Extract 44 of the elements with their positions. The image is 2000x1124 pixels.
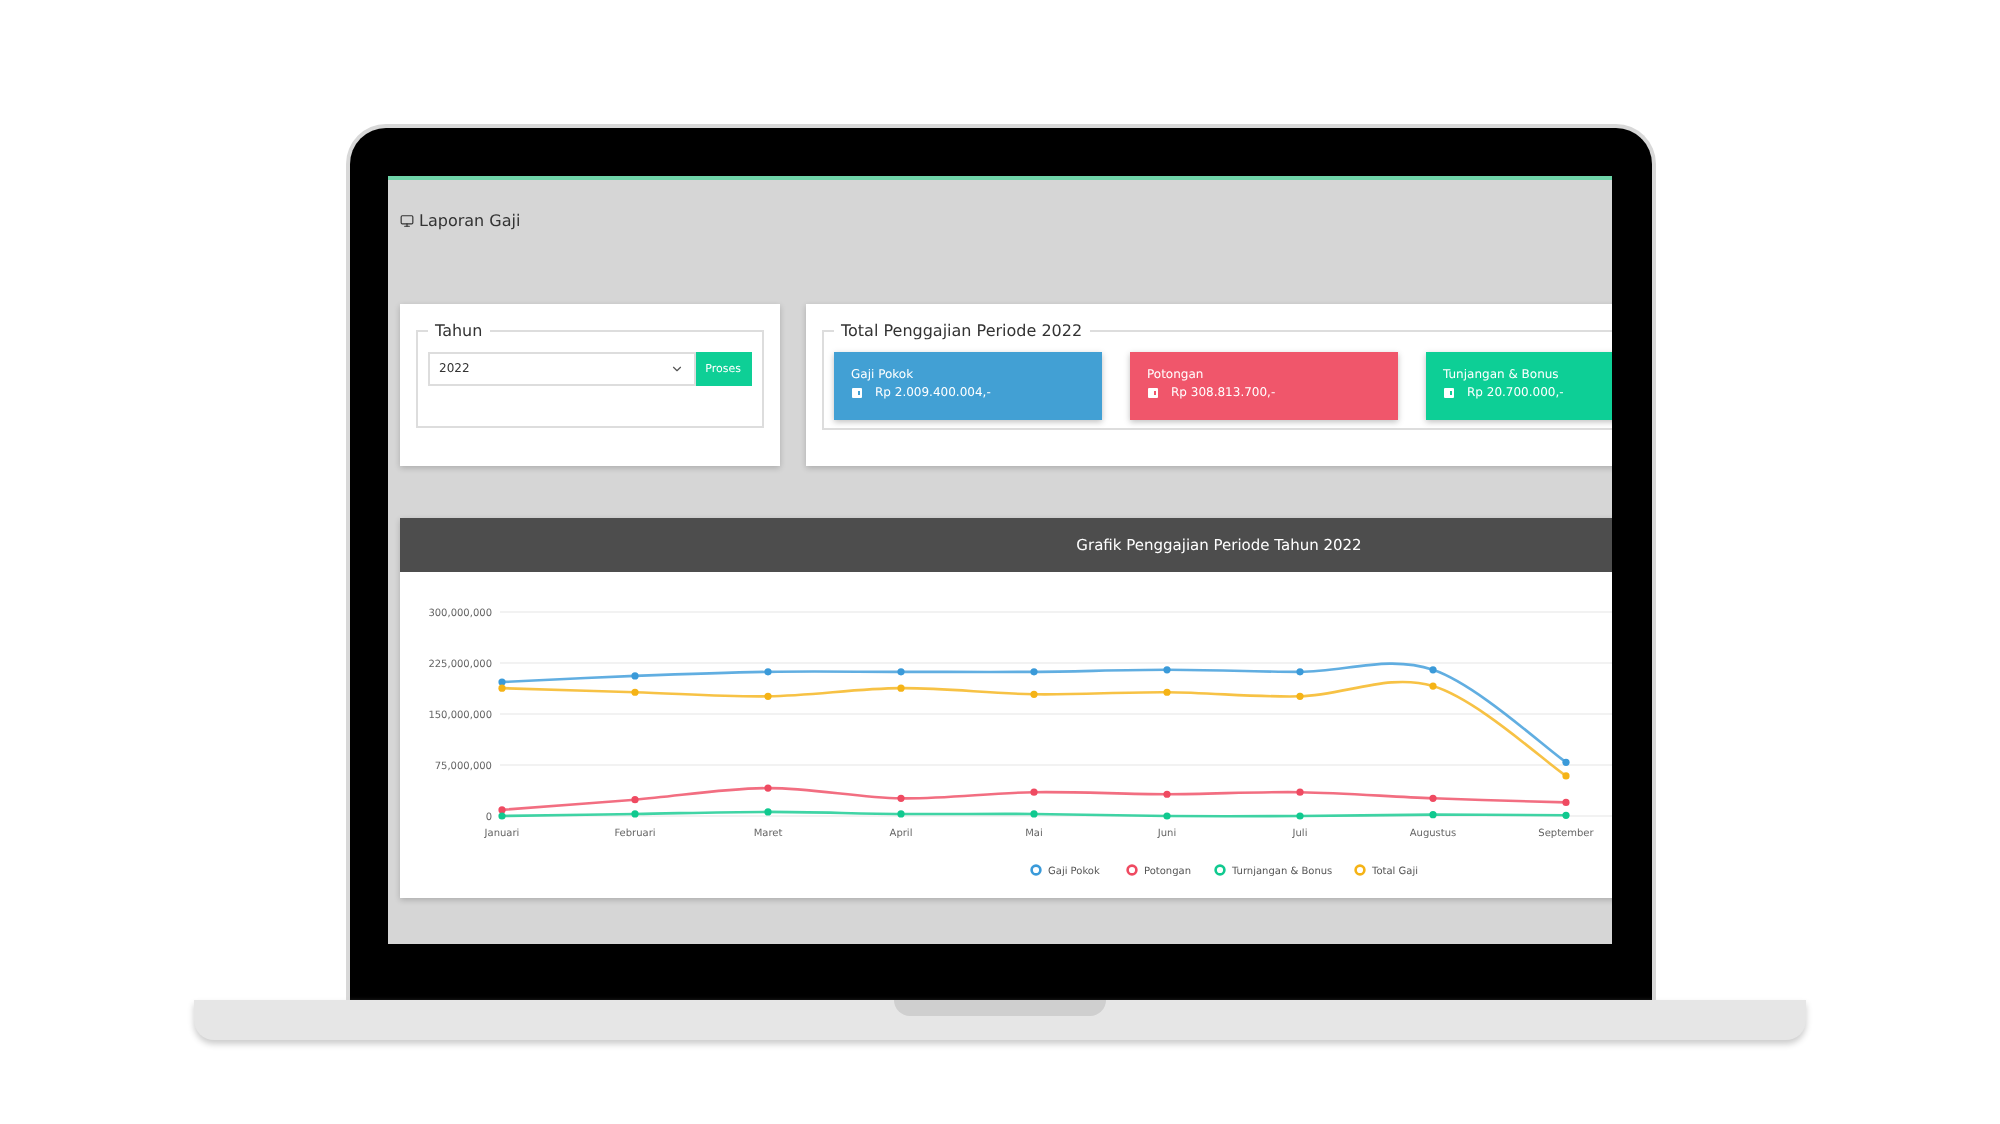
page-title: Laporan Gaji xyxy=(419,211,521,229)
point xyxy=(630,796,638,804)
point xyxy=(1162,812,1170,820)
point xyxy=(1029,788,1037,796)
point xyxy=(763,668,771,676)
point xyxy=(896,810,904,818)
point xyxy=(1428,794,1436,802)
point xyxy=(630,672,638,680)
point xyxy=(497,806,505,814)
point xyxy=(497,812,505,820)
money-icon xyxy=(1443,388,1453,398)
point xyxy=(497,678,505,686)
point xyxy=(1162,666,1170,674)
filter-legend: Tahun xyxy=(427,322,491,340)
point xyxy=(630,688,638,696)
point xyxy=(763,692,771,700)
monitor-icon xyxy=(399,213,413,227)
point xyxy=(1162,790,1170,798)
point xyxy=(1295,668,1303,676)
point xyxy=(1561,811,1569,819)
point xyxy=(1561,798,1569,806)
money-icon xyxy=(851,388,861,398)
chevron-down-icon xyxy=(669,362,684,376)
point xyxy=(497,684,505,692)
point xyxy=(1561,758,1569,766)
point xyxy=(1029,810,1037,818)
point xyxy=(896,794,904,802)
point xyxy=(763,808,771,816)
summary-legend: Total Penggajian Periode 2022 xyxy=(833,322,1091,340)
point xyxy=(1428,811,1436,819)
point xyxy=(1029,690,1037,698)
point xyxy=(1295,692,1303,700)
point xyxy=(630,810,638,818)
point xyxy=(1428,682,1436,690)
point xyxy=(896,684,904,692)
point xyxy=(1029,668,1037,676)
point xyxy=(1162,688,1170,696)
point xyxy=(896,668,904,676)
point xyxy=(1295,788,1303,796)
money-icon xyxy=(1147,388,1157,398)
point xyxy=(1561,772,1569,780)
point xyxy=(763,784,771,792)
point xyxy=(1428,666,1436,674)
point xyxy=(1295,812,1303,820)
